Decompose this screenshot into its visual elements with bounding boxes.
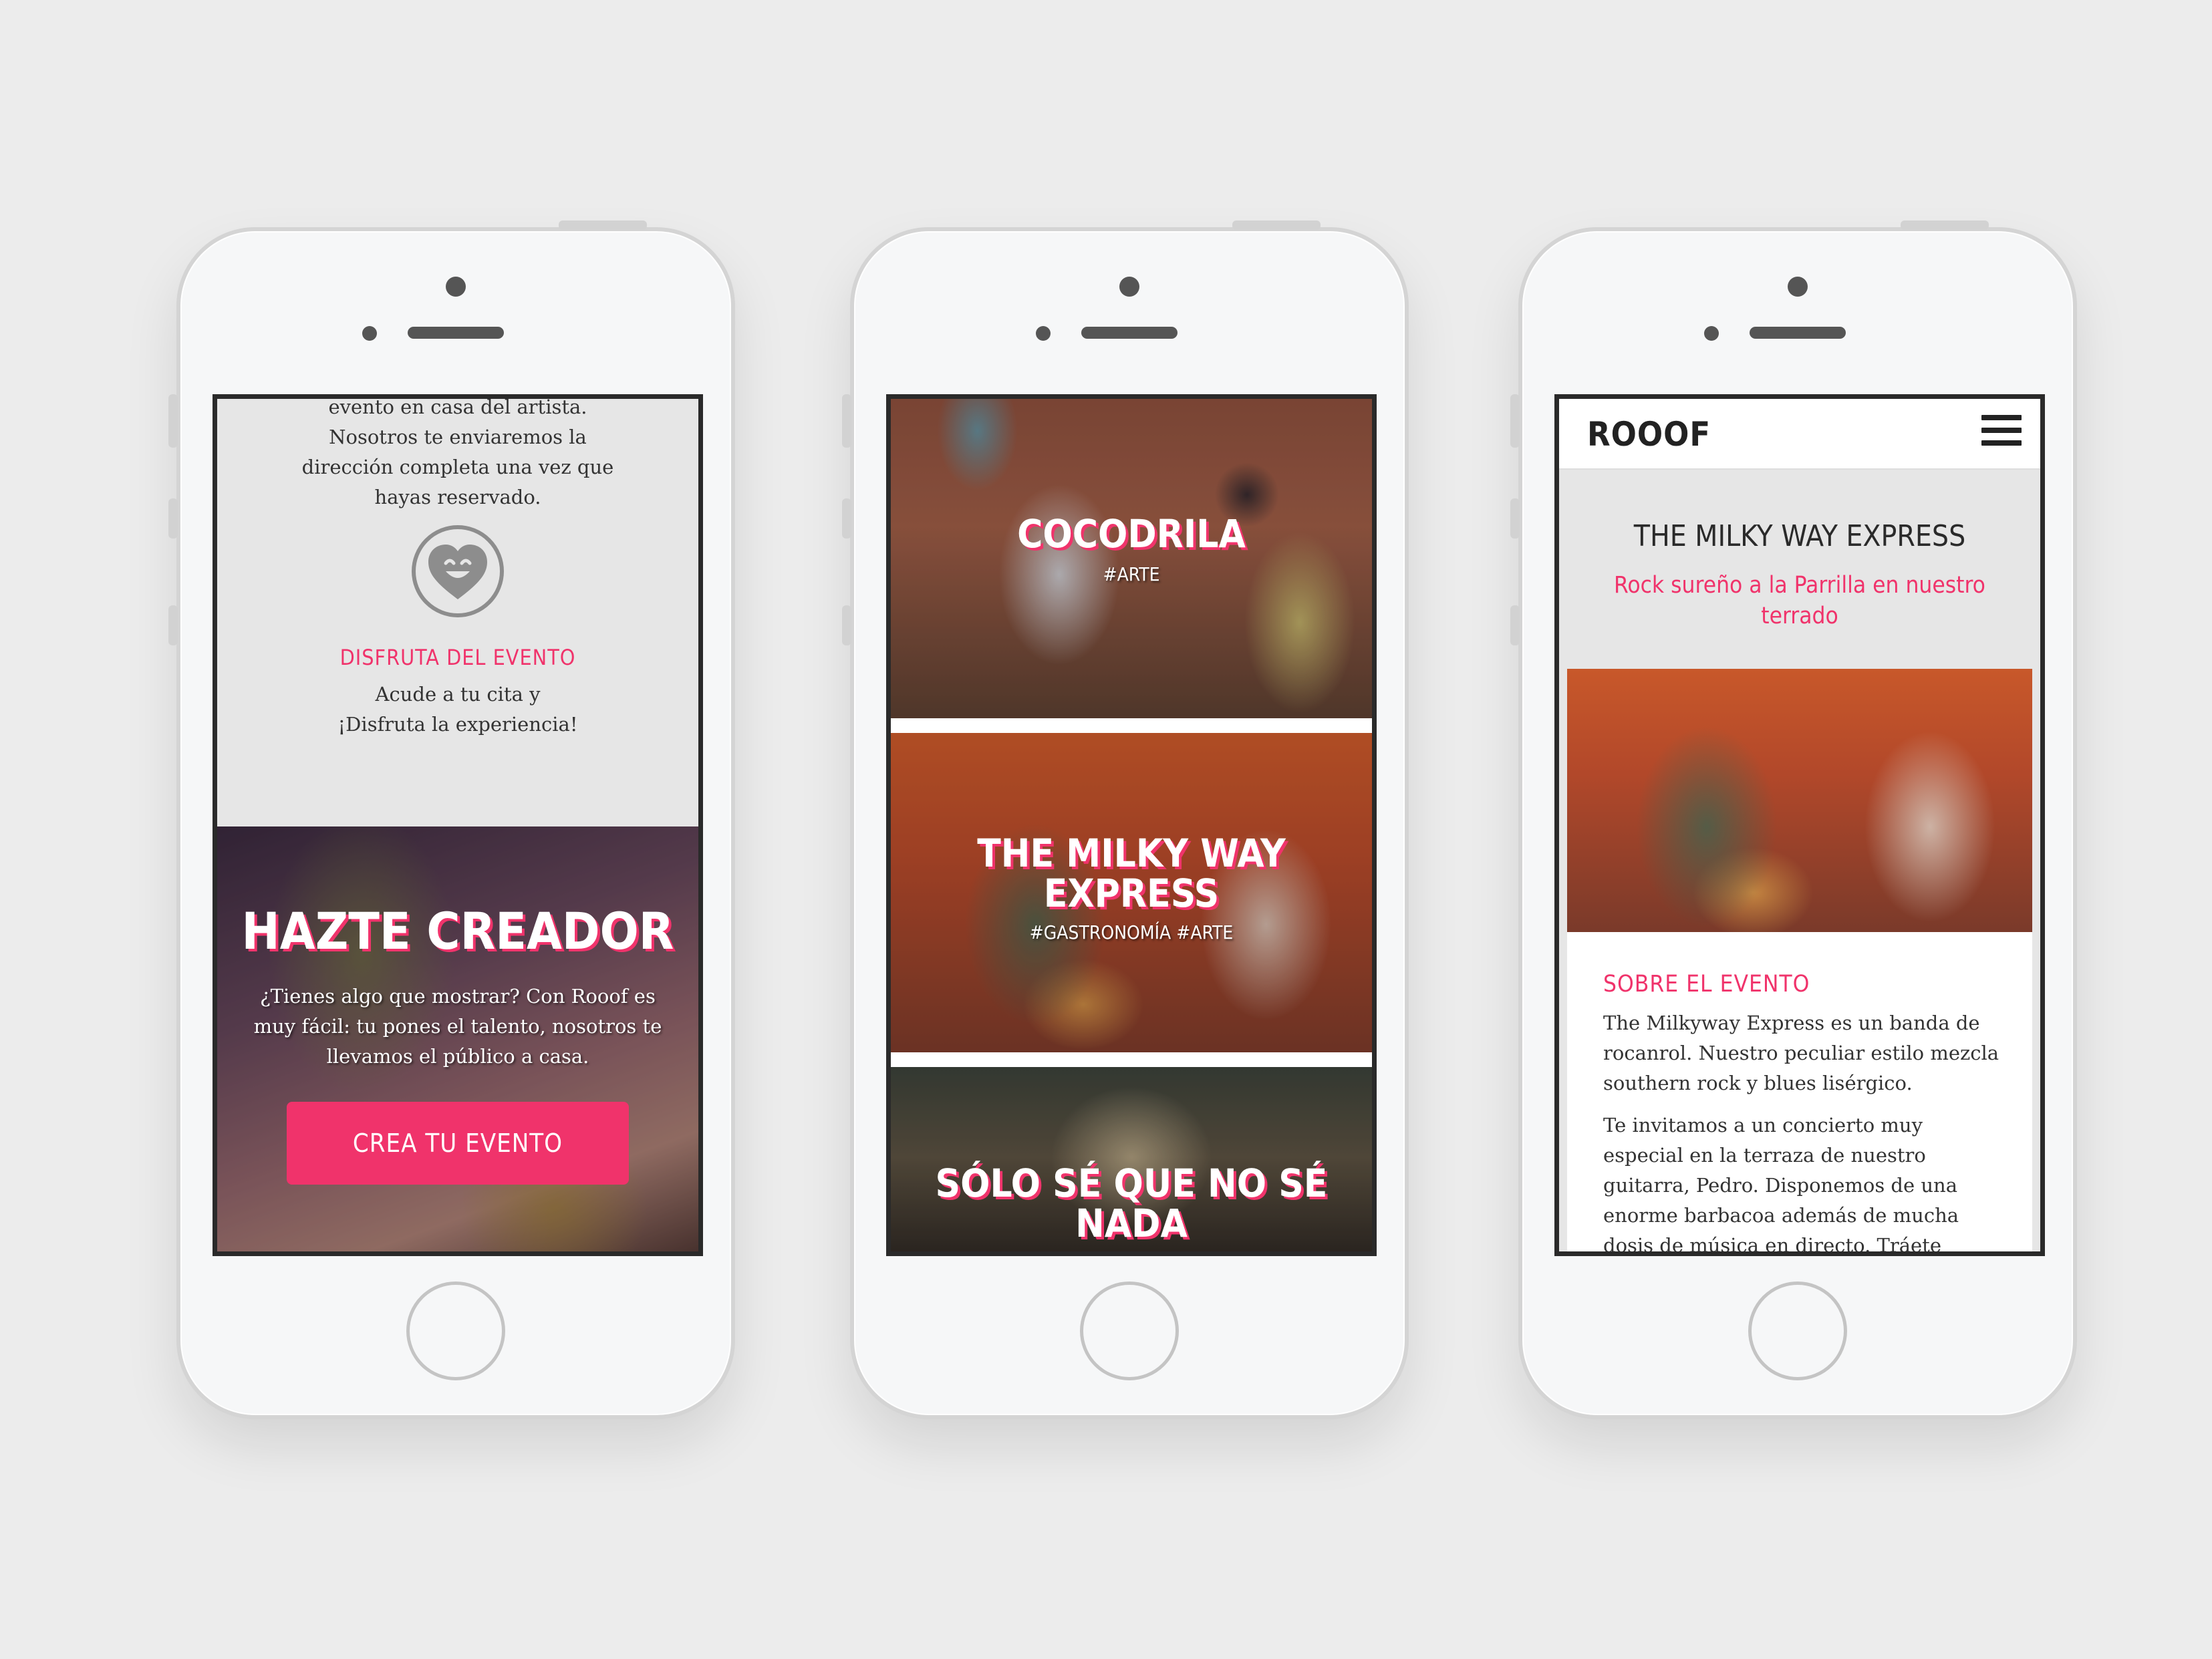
mute-switch bbox=[168, 394, 178, 448]
section-title: SOBRE EL EVENTO bbox=[1603, 971, 1810, 998]
event-card[interactable]: THE MILKY WAY EXPRESS #GASTRONOMÍA #ARTE bbox=[891, 733, 1372, 1052]
phone-mockup-left: evento en casa del artista. Nosotros te … bbox=[168, 220, 735, 1419]
create-event-button[interactable]: CREA TU EVENTO bbox=[287, 1102, 629, 1185]
text-line: evento en casa del artista. bbox=[328, 396, 587, 418]
heart-smile-icon bbox=[408, 522, 507, 621]
screen: ROOOF THE MILKY WAY EXPRESS Rock sureño … bbox=[1554, 394, 2045, 1256]
home-button bbox=[1748, 1281, 1847, 1380]
event-title: THE MILKY WAY EXPRESS bbox=[1633, 519, 1966, 553]
event-detail-panel: SOBRE EL EVENTO The Milkyway Express es … bbox=[1567, 669, 2032, 1251]
hero-title: HAZTE CREADOR bbox=[241, 901, 674, 961]
volume-up-button bbox=[1510, 498, 1520, 539]
event-title: COCODRILA bbox=[1017, 511, 1246, 557]
screen: evento en casa del artista. Nosotros te … bbox=[213, 394, 703, 1256]
earpiece-speaker bbox=[1750, 327, 1846, 339]
volume-up-button bbox=[168, 498, 178, 539]
proximity-sensor bbox=[362, 326, 377, 341]
home-button bbox=[406, 1281, 505, 1380]
front-camera bbox=[1119, 277, 1139, 297]
paragraph: Te invitamos a un concierto muy especial… bbox=[1603, 1114, 1959, 1256]
text-line: Nosotros te enviaremos la bbox=[329, 426, 587, 448]
text-line: ¡Disfruta la experiencia! bbox=[337, 713, 578, 736]
event-title: THE MILKY WAY EXPRESS bbox=[977, 831, 1286, 916]
proximity-sensor bbox=[1704, 326, 1719, 341]
power-button bbox=[1232, 220, 1321, 230]
phone-mockup-center: COCODRILA #ARTE THE MILKY WAY EXPRESS #G… bbox=[842, 220, 1409, 1419]
step-description: evento en casa del artista. Nosotros te … bbox=[217, 396, 698, 512]
hero-text: ¿Tienes algo que mostrar? Con Rooof es m… bbox=[253, 985, 662, 1068]
home-button bbox=[1080, 1281, 1179, 1380]
front-camera bbox=[1788, 277, 1808, 297]
rooof-logo[interactable]: ROOOF bbox=[1587, 415, 1711, 454]
proximity-sensor bbox=[1036, 326, 1051, 341]
volume-down-button bbox=[842, 605, 851, 645]
creator-hero: HAZTE CREADOR ¿Tienes algo que mostrar? … bbox=[217, 826, 698, 1251]
power-button bbox=[1901, 220, 1989, 230]
volume-down-button bbox=[168, 605, 178, 645]
how-it-works-section: evento en casa del artista. Nosotros te … bbox=[217, 399, 698, 826]
power-button bbox=[559, 220, 647, 230]
step-description: Acude a tu cita y ¡Disfruta la experienc… bbox=[217, 680, 698, 740]
event-photo bbox=[1567, 669, 2032, 932]
event-tags: #GASTRONOMÍA #ARTE bbox=[1029, 921, 1234, 943]
event-card[interactable]: COCODRILA #ARTE bbox=[891, 399, 1372, 718]
top-navbar: ROOOF bbox=[1559, 399, 2040, 470]
screen: COCODRILA #ARTE THE MILKY WAY EXPRESS #G… bbox=[886, 394, 1377, 1256]
text-line: Acude a tu cita y bbox=[375, 683, 541, 706]
phone-mockup-right: ROOOF THE MILKY WAY EXPRESS Rock sureño … bbox=[1510, 220, 2077, 1419]
photo-overlay bbox=[891, 399, 1372, 718]
event-card[interactable]: SÓLO SÉ QUE NO SÉ NADA bbox=[891, 1067, 1372, 1251]
mute-switch bbox=[842, 394, 851, 448]
event-title: SÓLO SÉ QUE NO SÉ NADA bbox=[935, 1161, 1328, 1246]
volume-up-button bbox=[842, 498, 851, 539]
hamburger-menu-icon[interactable] bbox=[1981, 415, 2022, 451]
paragraph: The Milkyway Express es un banda de roca… bbox=[1603, 1012, 1999, 1094]
text-line: hayas reservado. bbox=[374, 486, 541, 508]
event-description: The Milkyway Express es un banda de roca… bbox=[1603, 1008, 2006, 1256]
text-line: dirección completa una vez que bbox=[301, 456, 614, 478]
volume-down-button bbox=[1510, 605, 1520, 645]
earpiece-speaker bbox=[1081, 327, 1178, 339]
earpiece-speaker bbox=[408, 327, 504, 339]
front-camera bbox=[446, 277, 466, 297]
event-subtitle: Rock sureño a la Parrilla en nuestro ter… bbox=[1614, 572, 1985, 629]
event-tags: #ARTE bbox=[1103, 563, 1160, 585]
step-title: DISFRUTA DEL EVENTO bbox=[339, 645, 576, 670]
mute-switch bbox=[1510, 394, 1520, 448]
